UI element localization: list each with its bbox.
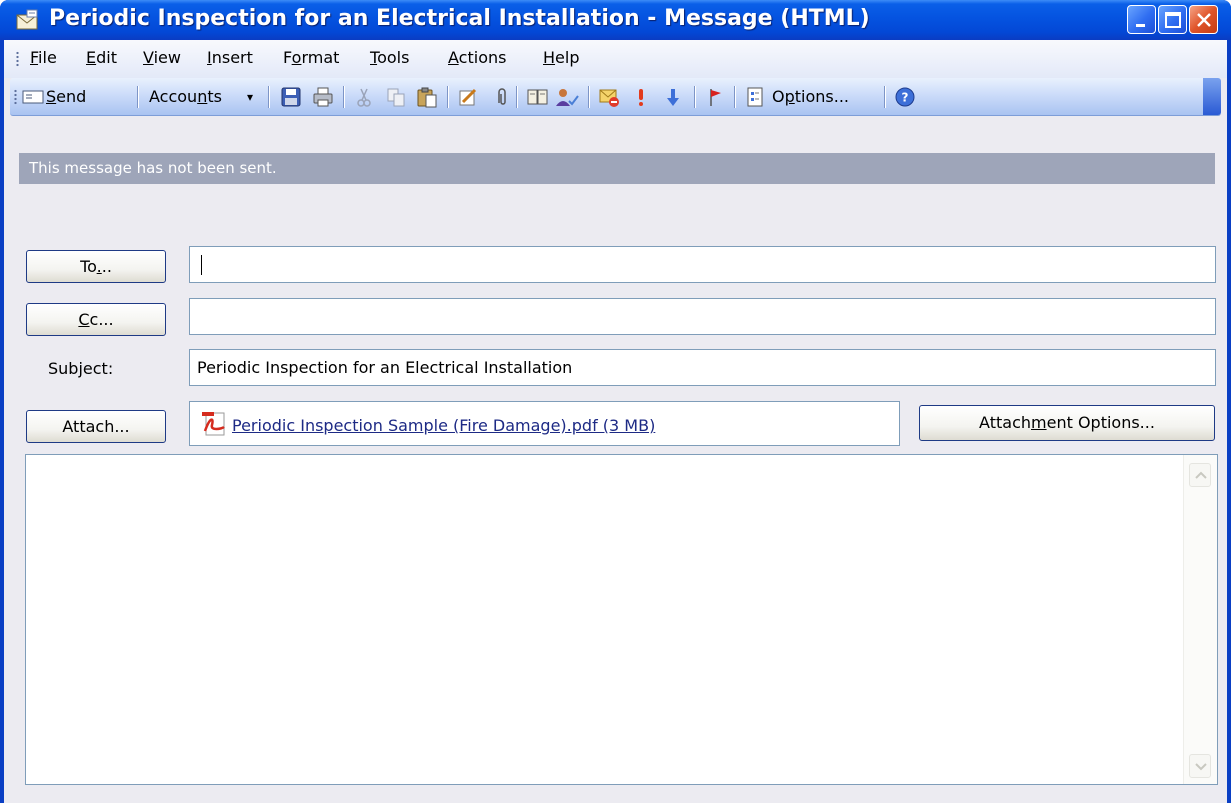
importance-high-icon[interactable]	[630, 86, 652, 108]
toolbar-grip-handle[interactable]	[14, 89, 17, 105]
scroll-up-button[interactable]	[1189, 463, 1211, 487]
menu-grip-handle[interactable]	[16, 51, 19, 67]
menu-view[interactable]: View	[143, 48, 181, 67]
toolbar-separator	[694, 86, 695, 108]
message-envelope-icon	[16, 9, 38, 30]
follow-up-flag-icon[interactable]	[704, 86, 726, 108]
menu-file[interactable]: File	[30, 48, 57, 67]
toolbar-separator	[343, 86, 344, 108]
print-icon[interactable]	[312, 86, 334, 108]
toolbar-separator	[447, 86, 448, 108]
info-bar: This message has not been sent.	[19, 153, 1215, 184]
minimize-button[interactable]	[1127, 5, 1156, 34]
copy-icon[interactable]	[385, 86, 407, 108]
cc-field[interactable]	[189, 298, 1216, 335]
attachment-link[interactable]: Periodic Inspection Sample (Fire Damage)…	[232, 416, 655, 435]
toolbar-separator	[516, 86, 517, 108]
svg-text:?: ?	[902, 91, 909, 105]
maximize-button[interactable]	[1158, 5, 1187, 34]
text-caret	[201, 255, 202, 275]
check-names-icon[interactable]	[457, 86, 479, 108]
window-frame: File Edit View Insert Format Tools Actio…	[4, 40, 1227, 803]
cut-scissors-icon[interactable]	[353, 86, 375, 108]
importance-low-arrow-icon[interactable]	[662, 86, 684, 108]
menu-edit[interactable]: Edit	[86, 48, 117, 67]
permission-envelope-icon[interactable]	[598, 86, 620, 108]
check-names-person-icon[interactable]	[554, 86, 580, 108]
pdf-file-icon	[202, 412, 225, 436]
message-body-editor[interactable]	[25, 454, 1218, 785]
subject-label: Subject:	[48, 359, 114, 378]
chevron-down-icon: ▾	[247, 90, 254, 104]
chevron-up-icon	[1195, 471, 1207, 479]
toolbar-overflow-chevron[interactable]	[1203, 78, 1221, 115]
to-button[interactable]: To...	[26, 250, 166, 283]
chevron-down-icon	[1195, 763, 1207, 771]
menu-insert[interactable]: Insert	[207, 48, 253, 67]
attachment-box: Periodic Inspection Sample (Fire Damage)…	[189, 401, 900, 446]
toolbar-separator	[884, 86, 885, 108]
maximize-icon	[1165, 12, 1181, 28]
subject-field[interactable]: Periodic Inspection for an Electrical In…	[189, 349, 1216, 386]
address-book-icon[interactable]	[526, 86, 550, 108]
paperclip-attach-icon[interactable]	[491, 86, 513, 108]
attachment-options-button[interactable]: Attachment Options...	[919, 405, 1215, 441]
menu-actions[interactable]: Actions	[448, 48, 506, 67]
help-question-icon[interactable]: ?	[894, 86, 916, 108]
save-disk-icon[interactable]	[280, 86, 302, 108]
menu-tools[interactable]: Tools	[370, 48, 409, 67]
title-bar[interactable]: Periodic Inspection for an Electrical In…	[0, 0, 1231, 40]
to-field[interactable]	[189, 246, 1216, 283]
standard-toolbar: Send Accounts ▾ Options... ?	[10, 78, 1221, 116]
toolbar-separator	[734, 86, 735, 108]
toolbar-separator	[268, 86, 269, 108]
scroll-down-button[interactable]	[1189, 754, 1211, 778]
minimize-icon	[1136, 24, 1145, 27]
paste-clipboard-icon[interactable]	[416, 86, 438, 108]
toolbar-separator	[137, 86, 138, 108]
send-envelope-icon	[22, 90, 44, 104]
toolbar-separator	[588, 86, 589, 108]
attach-button[interactable]: Attach...	[26, 410, 166, 443]
menu-format[interactable]: Format	[283, 48, 339, 67]
cc-button[interactable]: Cc...	[26, 303, 166, 336]
options-page-icon	[747, 87, 763, 107]
message-window: Periodic Inspection for an Electrical In…	[0, 0, 1231, 803]
menu-help[interactable]: Help	[543, 48, 579, 67]
window-title: Periodic Inspection for an Electrical In…	[49, 6, 870, 31]
menu-bar: File Edit View Insert Format Tools Actio…	[4, 40, 1227, 78]
vertical-scrollbar[interactable]	[1183, 455, 1217, 784]
close-icon	[1197, 13, 1211, 27]
close-button[interactable]	[1189, 5, 1218, 34]
